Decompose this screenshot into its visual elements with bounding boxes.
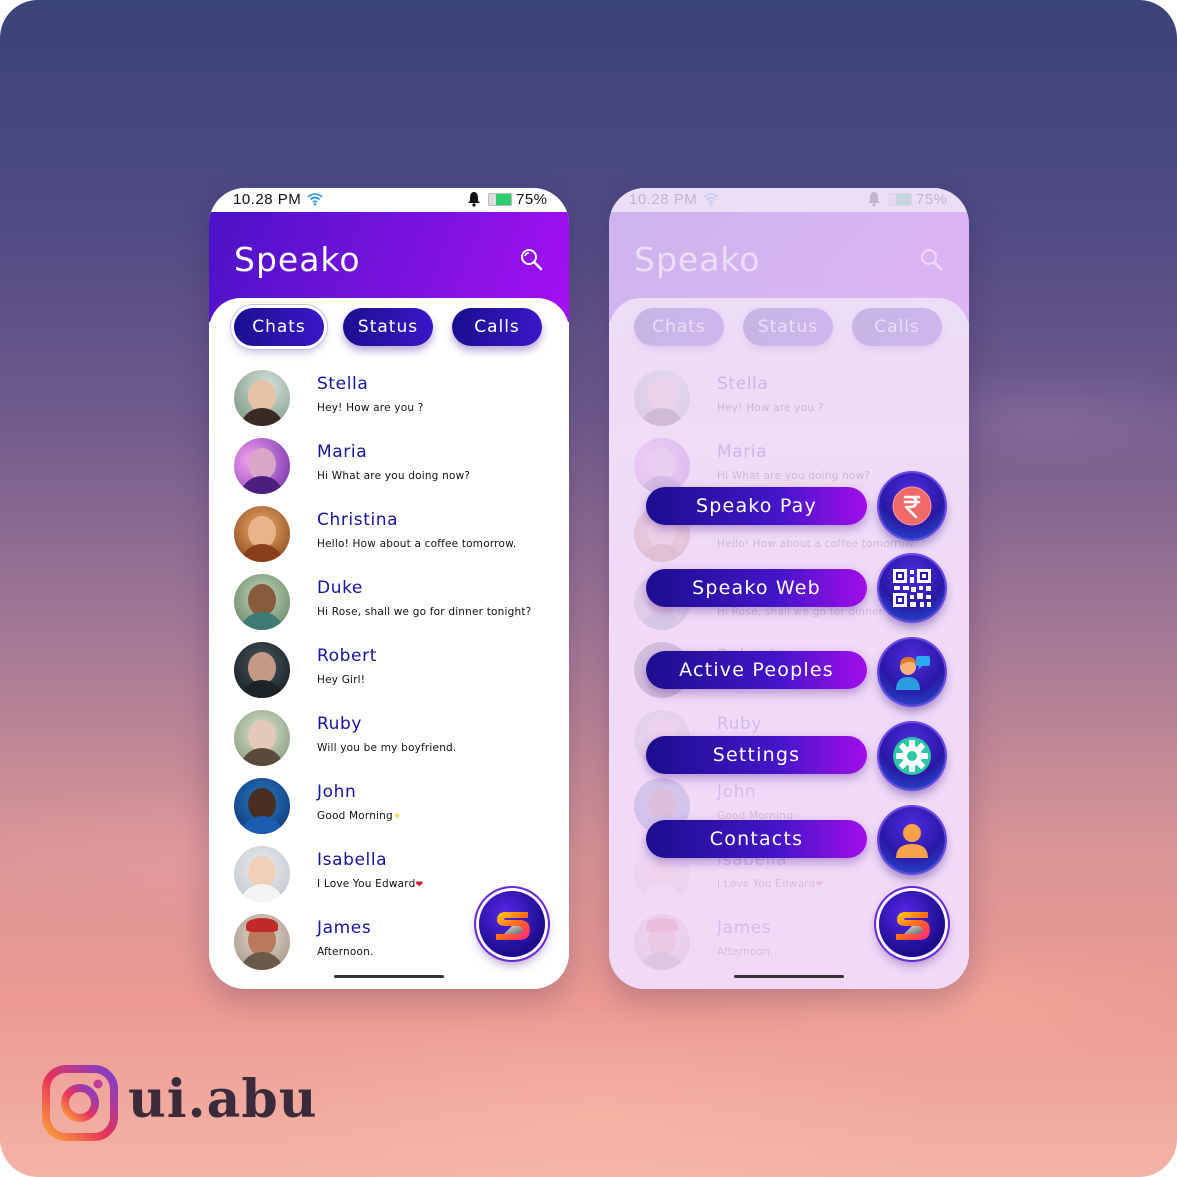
avatar <box>234 506 290 562</box>
chat-message: I Love You Edward❤ <box>317 878 424 890</box>
tab-calls[interactable]: Calls <box>452 308 542 346</box>
speako-fab-button[interactable] <box>479 891 545 957</box>
chat-item-stella[interactable]: Stella Hey! How are you ? <box>209 370 569 430</box>
chat-name: Maria <box>317 442 368 462</box>
active-peoples-fab[interactable] <box>879 639 945 705</box>
speako-pay-fab[interactable] <box>879 473 945 539</box>
active-people-icon <box>896 656 930 690</box>
chat-message: Good Morning☀ <box>317 810 402 822</box>
status-time: 10.28 PM <box>233 191 302 208</box>
speako-pay-button[interactable]: Speako Pay <box>646 487 867 525</box>
chat-message: Hey Girl! <box>317 674 366 686</box>
chat-name: Stella <box>317 374 369 394</box>
app-title: Speako <box>234 240 361 279</box>
qr-code-icon <box>893 569 931 607</box>
avatar <box>234 710 290 766</box>
chat-item-ruby[interactable]: Ruby Will you be my boyfriend. <box>209 710 569 770</box>
wifi-icon <box>307 193 323 206</box>
avatar <box>234 574 290 630</box>
chat-item-maria[interactable]: Maria Hi What are you doing now? <box>209 438 569 498</box>
avatar <box>234 914 290 970</box>
chat-name: Isabella <box>317 850 388 870</box>
chat-item-duke[interactable]: Duke Hi Rose, shall we go for dinner ton… <box>209 574 569 634</box>
creator-handle: ui.abu <box>128 1069 318 1130</box>
contacts-button[interactable]: Contacts <box>646 820 867 858</box>
speako-web-fab[interactable] <box>879 555 945 621</box>
chat-message: Hi What are you doing now? <box>317 470 471 482</box>
contacts-fab[interactable] <box>879 807 945 873</box>
speako-logo-icon <box>496 912 530 940</box>
rupee-icon <box>892 486 932 526</box>
settings-fab[interactable] <box>879 723 945 789</box>
tab-status[interactable]: Status <box>343 308 433 346</box>
phone-fab-menu: 10.28 PM 75% Speako Chats Status <box>609 188 969 989</box>
chat-name: James <box>317 918 372 938</box>
avatar <box>234 642 290 698</box>
chat-item-christina[interactable]: Christina Hello! How about a coffee tomo… <box>209 506 569 566</box>
home-indicator <box>334 975 444 978</box>
chat-name: Duke <box>317 578 363 598</box>
chat-message: Afternoon. <box>317 946 374 958</box>
chat-message: Will you be my boyfriend. <box>317 742 457 754</box>
avatar <box>234 846 290 902</box>
chat-name: Christina <box>317 510 399 530</box>
active-peoples-button[interactable]: Active Peoples <box>646 651 867 689</box>
status-bar: 10.28 PM 75% <box>209 188 569 212</box>
instagram-icon <box>42 1065 118 1141</box>
speako-logo-icon <box>896 912 930 940</box>
chat-name: John <box>317 782 357 802</box>
chat-item-john[interactable]: John Good Morning☀ <box>209 778 569 838</box>
fab-menu: Speako Pay Speako Web Active Peoples Set… <box>609 188 969 989</box>
tab-chats[interactable]: Chats <box>234 308 324 346</box>
chat-message: Hello! How about a coffee tomorrow. <box>317 538 517 550</box>
phone-chat-list: 10.28 PM 75% Speako Chats Status Calls S… <box>209 188 569 989</box>
battery-percent: 75% <box>516 191 548 208</box>
settings-button[interactable]: Settings <box>646 736 867 774</box>
chat-message: Hi Rose, shall we go for dinner tonight? <box>317 606 532 618</box>
speako-fab-button[interactable] <box>879 891 945 957</box>
battery-icon <box>488 193 512 206</box>
showcase-background: 10.28 PM 75% Speako Chats Status Calls S… <box>0 0 1177 1177</box>
gear-icon <box>893 737 931 775</box>
avatar <box>234 370 290 426</box>
bell-icon <box>468 192 480 207</box>
search-icon[interactable] <box>519 247 543 271</box>
contact-person-icon <box>896 824 928 858</box>
chat-name: Robert <box>317 646 377 666</box>
chat-message: Hey! How are you ? <box>317 402 424 414</box>
speako-web-button[interactable]: Speako Web <box>646 569 867 607</box>
avatar <box>234 438 290 494</box>
avatar <box>234 778 290 834</box>
chat-item-robert[interactable]: Robert Hey Girl! <box>209 642 569 702</box>
chat-name: Ruby <box>317 714 363 734</box>
